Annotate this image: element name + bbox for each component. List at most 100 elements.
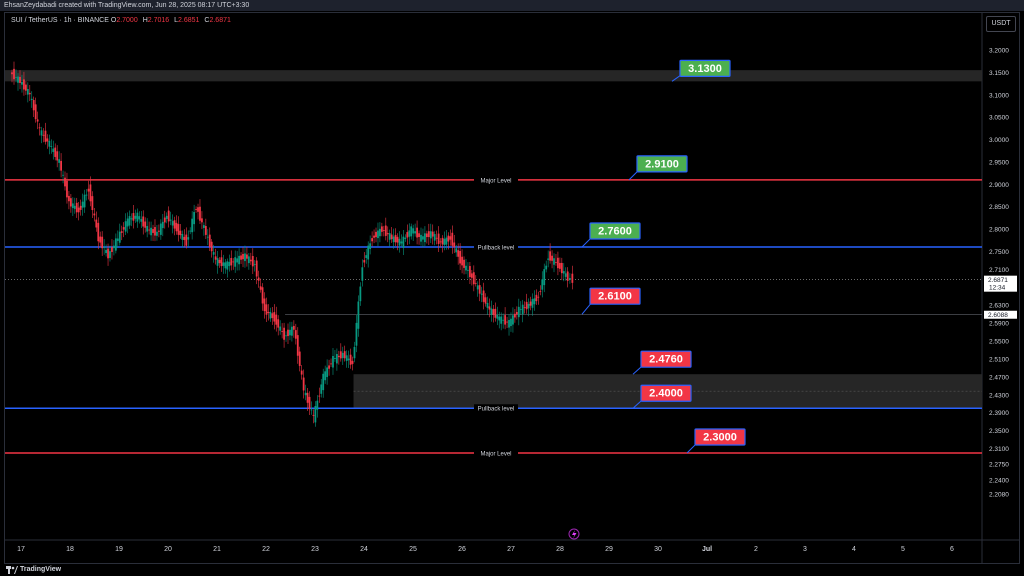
level-label: Major Level [480,452,511,458]
candle-down [560,262,563,274]
candle-up [553,258,555,265]
candle-down [551,255,553,261]
candle-up [443,238,446,245]
candle-down [457,250,460,257]
candle-up [500,316,503,324]
candle-down [220,257,223,267]
candle-up [486,302,489,308]
candle-down [427,231,430,238]
candle-up [116,238,119,241]
y-tick-label: 2.4300 [989,392,1009,399]
candle-down [214,256,217,260]
candle-down [232,261,235,263]
candle-down [32,100,35,111]
candle-down [494,308,497,318]
candle-up [517,306,520,318]
open-value: 2.7000 [116,17,138,24]
candle-down [566,271,569,281]
candle-up [326,367,329,378]
annotation-label: 2.4000 [649,388,683,400]
price-tag-value: 2.6871 [988,277,1008,284]
candle-down [296,335,299,356]
close-value: 2.6871 [209,17,231,24]
annotation-label: 2.7600 [598,226,632,238]
candle-down [394,234,397,243]
candle-up [124,221,127,232]
candle-up [424,233,426,243]
candle-up [455,248,458,253]
currency-button[interactable]: USDT [986,16,1016,32]
candle-up [310,409,313,411]
level-label: Major Level [480,178,511,184]
candle-up [206,236,209,238]
candle-up [324,371,327,381]
symbol-name[interactable]: SUI / TetherUS · 1h · BINANCE [11,17,109,24]
candle-down [197,207,199,212]
footer-brand[interactable]: TradingView [20,564,61,576]
candle-up [476,285,479,290]
candle-down [425,233,428,238]
x-tick-label: 19 [115,546,123,553]
candle-up [502,319,505,321]
candle-down [240,255,242,260]
candle-down [439,241,442,243]
candle-up [433,234,436,241]
candle-down [152,229,154,233]
candle-up [222,262,225,266]
candle-up [332,355,334,368]
candle-down [273,312,276,322]
candle-down [539,290,542,292]
candle-down [277,319,280,328]
candle-up [85,194,88,196]
candle-down [330,363,332,365]
y-tick-label: 2.3900 [989,410,1009,417]
candle-up [50,146,53,147]
candle-down [437,233,440,244]
candle-up [134,215,137,219]
candle-down [142,216,145,227]
zone-box [5,70,982,82]
candle-up [193,212,196,225]
candle-down [44,130,47,142]
candle-down [75,202,78,213]
y-tick-label: 2.5900 [989,321,1009,328]
candle-up [291,326,293,336]
candle-up [361,267,364,281]
candle-down [97,222,100,242]
candle-up [429,231,432,239]
candle-down [449,236,452,240]
y-tick-label: 3.0500 [989,115,1009,122]
candle-down [300,370,303,375]
candle-down [87,188,90,192]
candle-down [557,257,559,269]
candle-down [390,234,393,240]
candle-down [91,196,94,211]
candle-up [17,76,19,83]
x-tick-label: 26 [458,546,466,553]
candle-up [83,194,86,208]
candle-down [371,238,374,242]
price-chart[interactable]: Major Level Pullback level Pullback level M… [0,0,1024,576]
candle-down [111,247,113,252]
candle-down [144,221,147,228]
candle-down [60,160,62,171]
candle-up [527,303,530,309]
candle-down [42,134,45,136]
candle-up [138,216,141,220]
candle-up [355,322,358,346]
candle-down [46,138,49,142]
candle-down [79,205,82,210]
candle-down [451,232,454,246]
candle-up [365,255,368,258]
y-tick-label: 2.8000 [989,227,1009,234]
candle-up [191,218,194,233]
candle-down [349,354,352,365]
candle-up [341,352,344,359]
low-value: 2.6851 [178,17,200,24]
y-tick-label: 2.2400 [989,477,1009,484]
candle-up [402,236,405,248]
candle-down [281,331,284,332]
candle-up [62,174,64,176]
candle-up [238,255,240,265]
candle-up [113,245,115,249]
